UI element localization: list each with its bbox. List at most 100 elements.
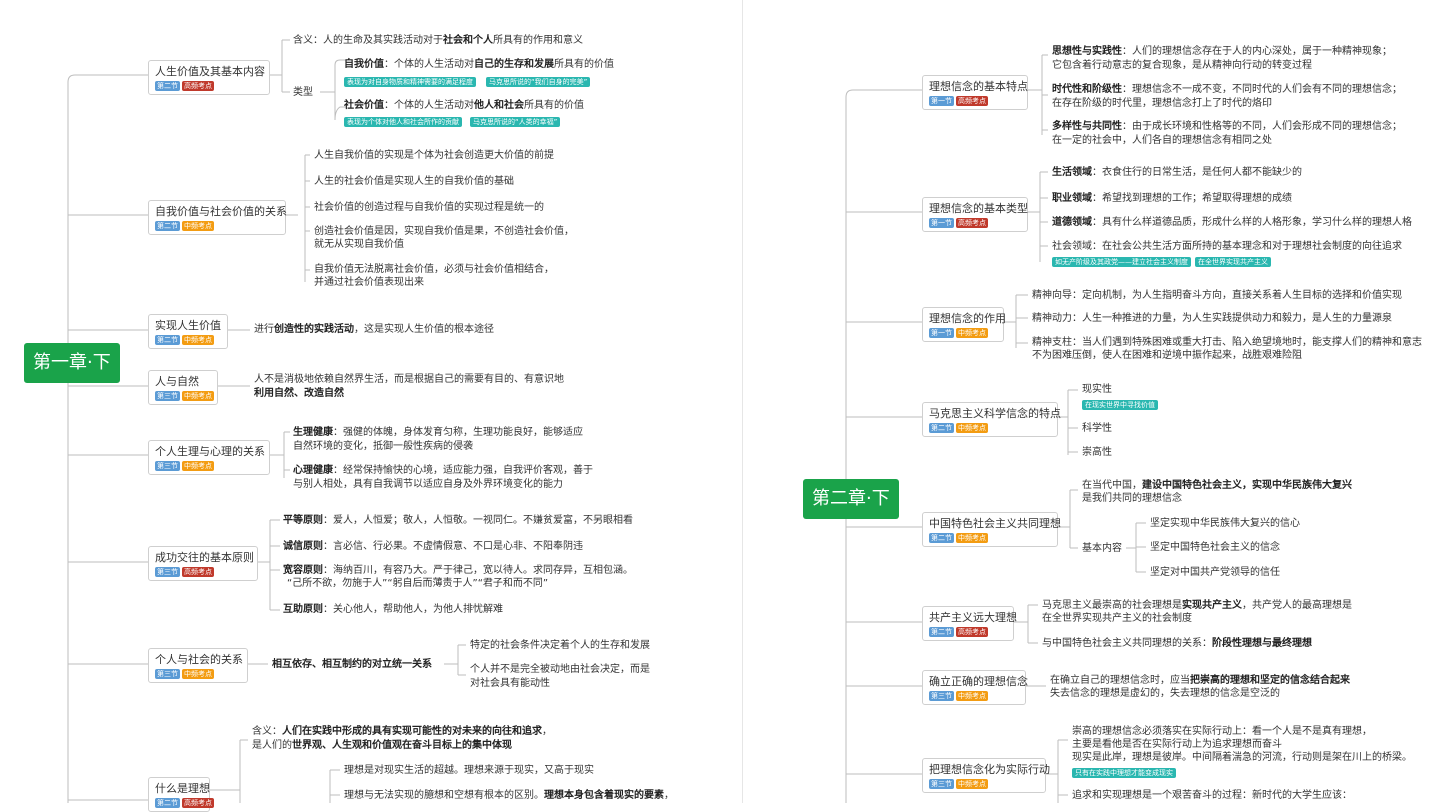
basic-content-label: 基本内容: [1082, 543, 1122, 554]
node-life-value[interactable]: 人生价值及其基本内容 第二节 高频考点: [148, 60, 270, 95]
role-pillar-line-2: 不为困难压倒，使人在困难和逆境中振作起来，战胜艰难险阻: [1032, 350, 1302, 361]
node-title: 成功交往的基本原则: [155, 551, 254, 564]
principle-tolerance-quotes: “己所不欲，勿施于人”“躬自后而薄责于人”“君子和而不同”: [287, 578, 549, 589]
role-pillar-line-1: 精神支柱：当人们遇到特殊困难或重大打击、陷入绝望境地时，能支撑人们的精神和意志: [1032, 337, 1422, 348]
self-value-text: 自我价值：个体的人生活动对自己的生存和发展所具有的价值: [344, 59, 614, 70]
high-frequency-badge: 高频考点: [182, 567, 214, 577]
node-title: 人生价值及其基本内容: [155, 65, 265, 78]
individual-society-item-2b: 对社会具有能动性: [470, 678, 550, 689]
physical-health-line-1: 生理健康：强健的体魄，身体发育匀称，生理功能良好，能够适应: [293, 427, 583, 438]
individual-society-core: 相互依存、相互制约的对立统一关系: [272, 659, 432, 670]
mid-frequency-badge: 中频考点: [956, 328, 988, 338]
node-individual-society[interactable]: 个人与社会的关系 第三节 中频考点: [148, 648, 248, 683]
section-badge: 第一节: [929, 328, 954, 338]
section-badge: 第二节: [155, 335, 180, 345]
society-tag-1: 如无产阶级及其政党——建立社会主义制度: [1052, 257, 1191, 267]
mid-frequency-badge: 中频考点: [956, 533, 988, 543]
role-guide: 精神向导：定向机制，为人生指明奋斗方向，直接关系着人生目标的选择和价值实现: [1032, 290, 1402, 301]
node-belief-types[interactable]: 理想信念的基本类型 第一节 高频考点: [922, 197, 1028, 232]
node-establish-belief[interactable]: 确立正确的理想信念 第三节 中频考点: [922, 670, 1028, 705]
section-badge: 第二节: [155, 798, 180, 808]
feature-a-line-1: 思想性与实践性：人们的理想信念存在于人的内心深处，属于一种精神现象；: [1052, 46, 1392, 57]
common-ideal-line-1: 在当代中国，建设中国特色社会主义，实现中华民族伟大复兴: [1082, 480, 1352, 491]
mental-health-line-1: 心理健康：经常保持愉快的心境，适应能力强，自我评价客观，善于: [293, 465, 593, 476]
mid-frequency-badge: 中频考点: [182, 669, 214, 679]
communist-line-2: 在全世界实现共产主义的社会制度: [1042, 613, 1192, 624]
node-self-social-relation[interactable]: 自我价值与社会价值的关系 第二节 中频考点: [148, 200, 287, 235]
node-what-is-ideal[interactable]: 什么是理想 第二节 高频考点: [148, 777, 214, 812]
principle-tolerance: 宽容原则：海纳百川，有容乃大。严于律己，宽以待人。求同存异，互相包涵。: [283, 565, 633, 576]
relation-item-4a: 创造社会价值是因，实现自我价值是果，不创造社会价值，: [314, 226, 574, 237]
ideal-meaning-1: 含义：人们在实践中形成的具有实现可能性的对未来的向往和追求，: [252, 726, 552, 737]
social-value-tag-1: 表现为个体对他人和社会所作的贡献: [344, 117, 462, 127]
section-badge: 第二节: [155, 81, 180, 91]
node-human-nature[interactable]: 人与自然 第三节 中频考点: [148, 370, 218, 405]
node-common-ideal[interactable]: 中国特色社会主义共同理想 第二节 中频考点: [922, 512, 1061, 547]
node-marxist-belief[interactable]: 马克思主义科学信念的特点 第二节 中频考点: [922, 402, 1061, 437]
marxist-reality: 现实性: [1082, 384, 1112, 395]
node-title: 把理想信念化为实际行动: [929, 763, 1050, 776]
relation-item-4b: 就无从实现自我价值: [314, 239, 404, 250]
marxist-science: 科学性: [1082, 423, 1112, 434]
section-badge: 第三节: [155, 461, 180, 471]
social-value-tag-2: 马克思所说的“人类的幸福”: [470, 117, 561, 127]
individual-society-item-1: 特定的社会条件决定着个人的生存和发展: [470, 640, 650, 651]
node-title: 什么是理想: [155, 782, 210, 795]
mid-frequency-badge: 中频考点: [182, 221, 214, 231]
basic-content-2: 坚定中国特色社会主义的信念: [1150, 542, 1280, 553]
communist-relation: 与中国特色社会主义共同理想的关系：阶段性理想与最终理想: [1042, 638, 1312, 649]
node-title: 共产主义远大理想: [929, 611, 1017, 624]
principle-integrity: 诚信原则：言必信、行必果。不虚情假意、不口是心非、不阳奉阴违: [283, 541, 583, 552]
reality-tag: 在现实世界中寻找价值: [1082, 400, 1158, 410]
chapter-one-root[interactable]: 第一章·下: [24, 343, 120, 383]
mid-frequency-badge: 中频考点: [182, 335, 214, 345]
realize-value-text: 进行创造性的实践活动，这是实现人生价值的根本途径: [254, 324, 494, 335]
node-belief-features[interactable]: 理想信念的基本特点 第一节 高频考点: [922, 75, 1028, 110]
node-communication-principles[interactable]: 成功交往的基本原则 第三节 高频考点: [148, 546, 258, 581]
mental-health-line-2: 与别人相处，具有自我调节以适应自身及外界环境变化的能力: [293, 479, 563, 490]
relation-item-2: 人生的社会价值是实现人生的自我价值的基础: [314, 176, 514, 187]
feature-c-line-2: 在一定的社会中，人们各自的理想信念有相同之处: [1052, 135, 1272, 146]
social-value-text: 社会价值：个体的人生活动对他人和社会所具有的价值: [344, 100, 584, 111]
node-title: 理想信念的基本类型: [929, 202, 1028, 215]
section-badge: 第一节: [929, 218, 954, 228]
action-tag: 只有在实践中理想才能变成现实: [1072, 768, 1176, 778]
action-line-2: 主要是看他是否在实际行动上为追求理想而奋斗: [1072, 739, 1282, 750]
node-physio-psych[interactable]: 个人生理与心理的关系 第三节 中频考点: [148, 440, 270, 475]
life-value-meaning: 含义：人的生命及其实践活动对于社会和个人所具有的作用和意义: [293, 35, 583, 46]
society-tag-2: 在全世界实现共产主义: [1195, 257, 1271, 267]
node-title: 理想信念的基本特点: [929, 80, 1028, 93]
communist-line-1: 马克思主义最崇高的社会理想是实现共产主义，共产党人的最高理想是: [1042, 600, 1352, 611]
node-title: 马克思主义科学信念的特点: [929, 407, 1061, 420]
mid-frequency-badge: 中频考点: [956, 779, 988, 789]
mid-frequency-badge: 中频考点: [956, 423, 988, 433]
node-title: 确立正确的理想信念: [929, 675, 1028, 688]
section-badge: 第三节: [155, 669, 180, 679]
high-frequency-badge: 高频考点: [182, 798, 214, 808]
node-title: 人与自然: [155, 375, 199, 388]
types-label: 类型: [293, 87, 313, 98]
node-realize-value[interactable]: 实现人生价值 第二节 中频考点: [148, 314, 228, 349]
node-belief-into-action[interactable]: 把理想信念化为实际行动 第三节 中频考点: [922, 758, 1050, 793]
node-title: 实现人生价值: [155, 319, 221, 332]
relation-item-3: 社会价值的创造过程与自我价值的实现过程是统一的: [314, 202, 544, 213]
relation-item-5b: 并通过社会价值表现出来: [314, 277, 424, 288]
type-moral: 道德领域：具有什么样道德品质，形成什么样的人格形象，学习什么样的理想人格: [1052, 217, 1412, 228]
principle-mutual-help: 互助原则：关心他人，帮助他人，为他人排忧解难: [283, 604, 503, 615]
chapter-two-root[interactable]: 第二章·下: [803, 479, 899, 519]
feature-c-line-1: 多样性与共同性：由于成长环境和性格等的不同，人们会形成不同的理想信念；: [1052, 121, 1402, 132]
mid-frequency-badge: 中频考点: [182, 461, 214, 471]
feature-b-line-1: 时代性和阶级性：理想信念不一成不变，不同时代的人们会有不同的理想信念；: [1052, 84, 1402, 95]
human-nature-line-1: 人不是消极地依赖自然界生活，而是根据自己的需要有目的、有意识地: [254, 374, 564, 385]
type-life: 生活领域：衣食住行的日常生活，是任何人都不能缺少的: [1052, 167, 1302, 178]
high-frequency-badge: 高频考点: [182, 81, 214, 91]
high-frequency-badge: 高频考点: [956, 218, 988, 228]
human-nature-line-2: 利用自然、改造自然: [254, 388, 344, 399]
marxist-lofty: 崇高性: [1082, 447, 1112, 458]
ideal-item-1: 理想是对现实生活的超越。理想来源于现实，又高于现实: [344, 765, 594, 776]
node-communist-ideal[interactable]: 共产主义远大理想 第二节 高频考点: [922, 606, 1017, 641]
role-motivation: 精神动力：人生一种推进的力量，为人生实践提供动力和毅力，是人生的力量源泉: [1032, 313, 1392, 324]
relation-item-1: 人生自我价值的实现是个体为社会创造更大价值的前提: [314, 150, 554, 161]
common-ideal-line-2: 是我们共同的理想信念: [1082, 493, 1182, 504]
node-belief-role[interactable]: 理想信念的作用 第一节 中频考点: [922, 307, 1006, 342]
